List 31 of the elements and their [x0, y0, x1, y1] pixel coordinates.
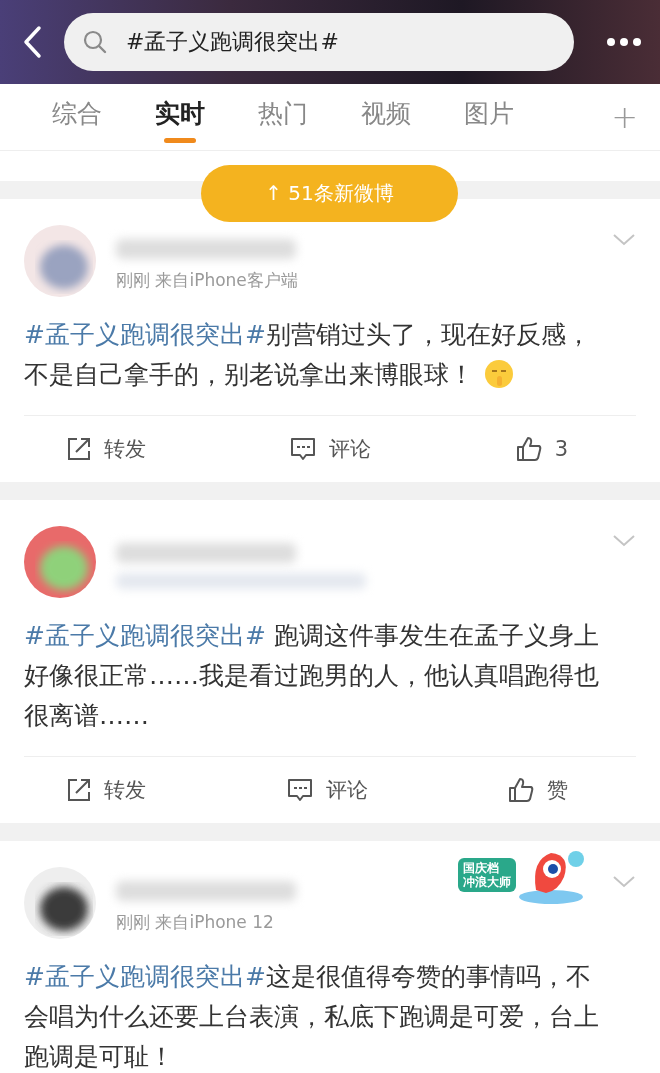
search-icon	[82, 29, 108, 55]
tab[interactable]: 视频	[361, 91, 411, 143]
badge-text: 国庆档 冲浪大师	[458, 858, 516, 892]
tab[interactable]: 热门	[258, 91, 308, 143]
post-text: #孟子义跑调很突出# 跑调这件事发生在孟子义身上好像很正常……我是看过跑男的人，他认真唱跑得也很离谱……	[24, 620, 600, 732]
tab[interactable]: 综合	[52, 91, 102, 143]
search-field[interactable]: #孟子义跑调很突出#	[64, 13, 574, 71]
comment-button[interactable]: 评论	[285, 776, 368, 804]
share-icon	[66, 777, 92, 803]
share-icon	[66, 436, 92, 462]
chevron-down-icon[interactable]	[612, 233, 636, 247]
comment-button[interactable]: 评论	[289, 435, 372, 463]
post-meta: 刚刚 来自iPhone 12	[116, 910, 275, 934]
back-icon[interactable]	[22, 25, 42, 59]
like-button[interactable]: 赞	[507, 776, 568, 804]
repost-button[interactable]: 转发	[66, 435, 146, 463]
post-text: #孟子义跑调很突出#别营销过头了，现在好反感，不是自己拿手的，别老说拿出来博眼球！	[24, 319, 592, 391]
repost-button[interactable]: 转发	[66, 776, 146, 804]
post-text: #孟子义跑调很突出#这是很值得夸赞的事情吗，不会唱为什么还要上台表演，私底下跑调是可爱，台上跑调是可耻！	[24, 961, 600, 1073]
tab[interactable]: 图片	[464, 91, 514, 143]
shushing-emoji-icon	[484, 359, 514, 389]
post-meta: 刚刚 来自iPhone客户端	[116, 268, 298, 292]
tab[interactable]: 实时	[155, 91, 205, 143]
comment-icon	[285, 777, 314, 803]
comment-icon	[289, 436, 318, 462]
thumbs-up-icon	[514, 435, 543, 463]
chevron-down-icon[interactable]	[612, 875, 636, 889]
thumbs-up-icon	[507, 776, 535, 804]
chevron-down-icon[interactable]	[612, 534, 636, 548]
more-icon[interactable]	[606, 37, 642, 47]
like-button[interactable]: 3	[514, 435, 568, 463]
